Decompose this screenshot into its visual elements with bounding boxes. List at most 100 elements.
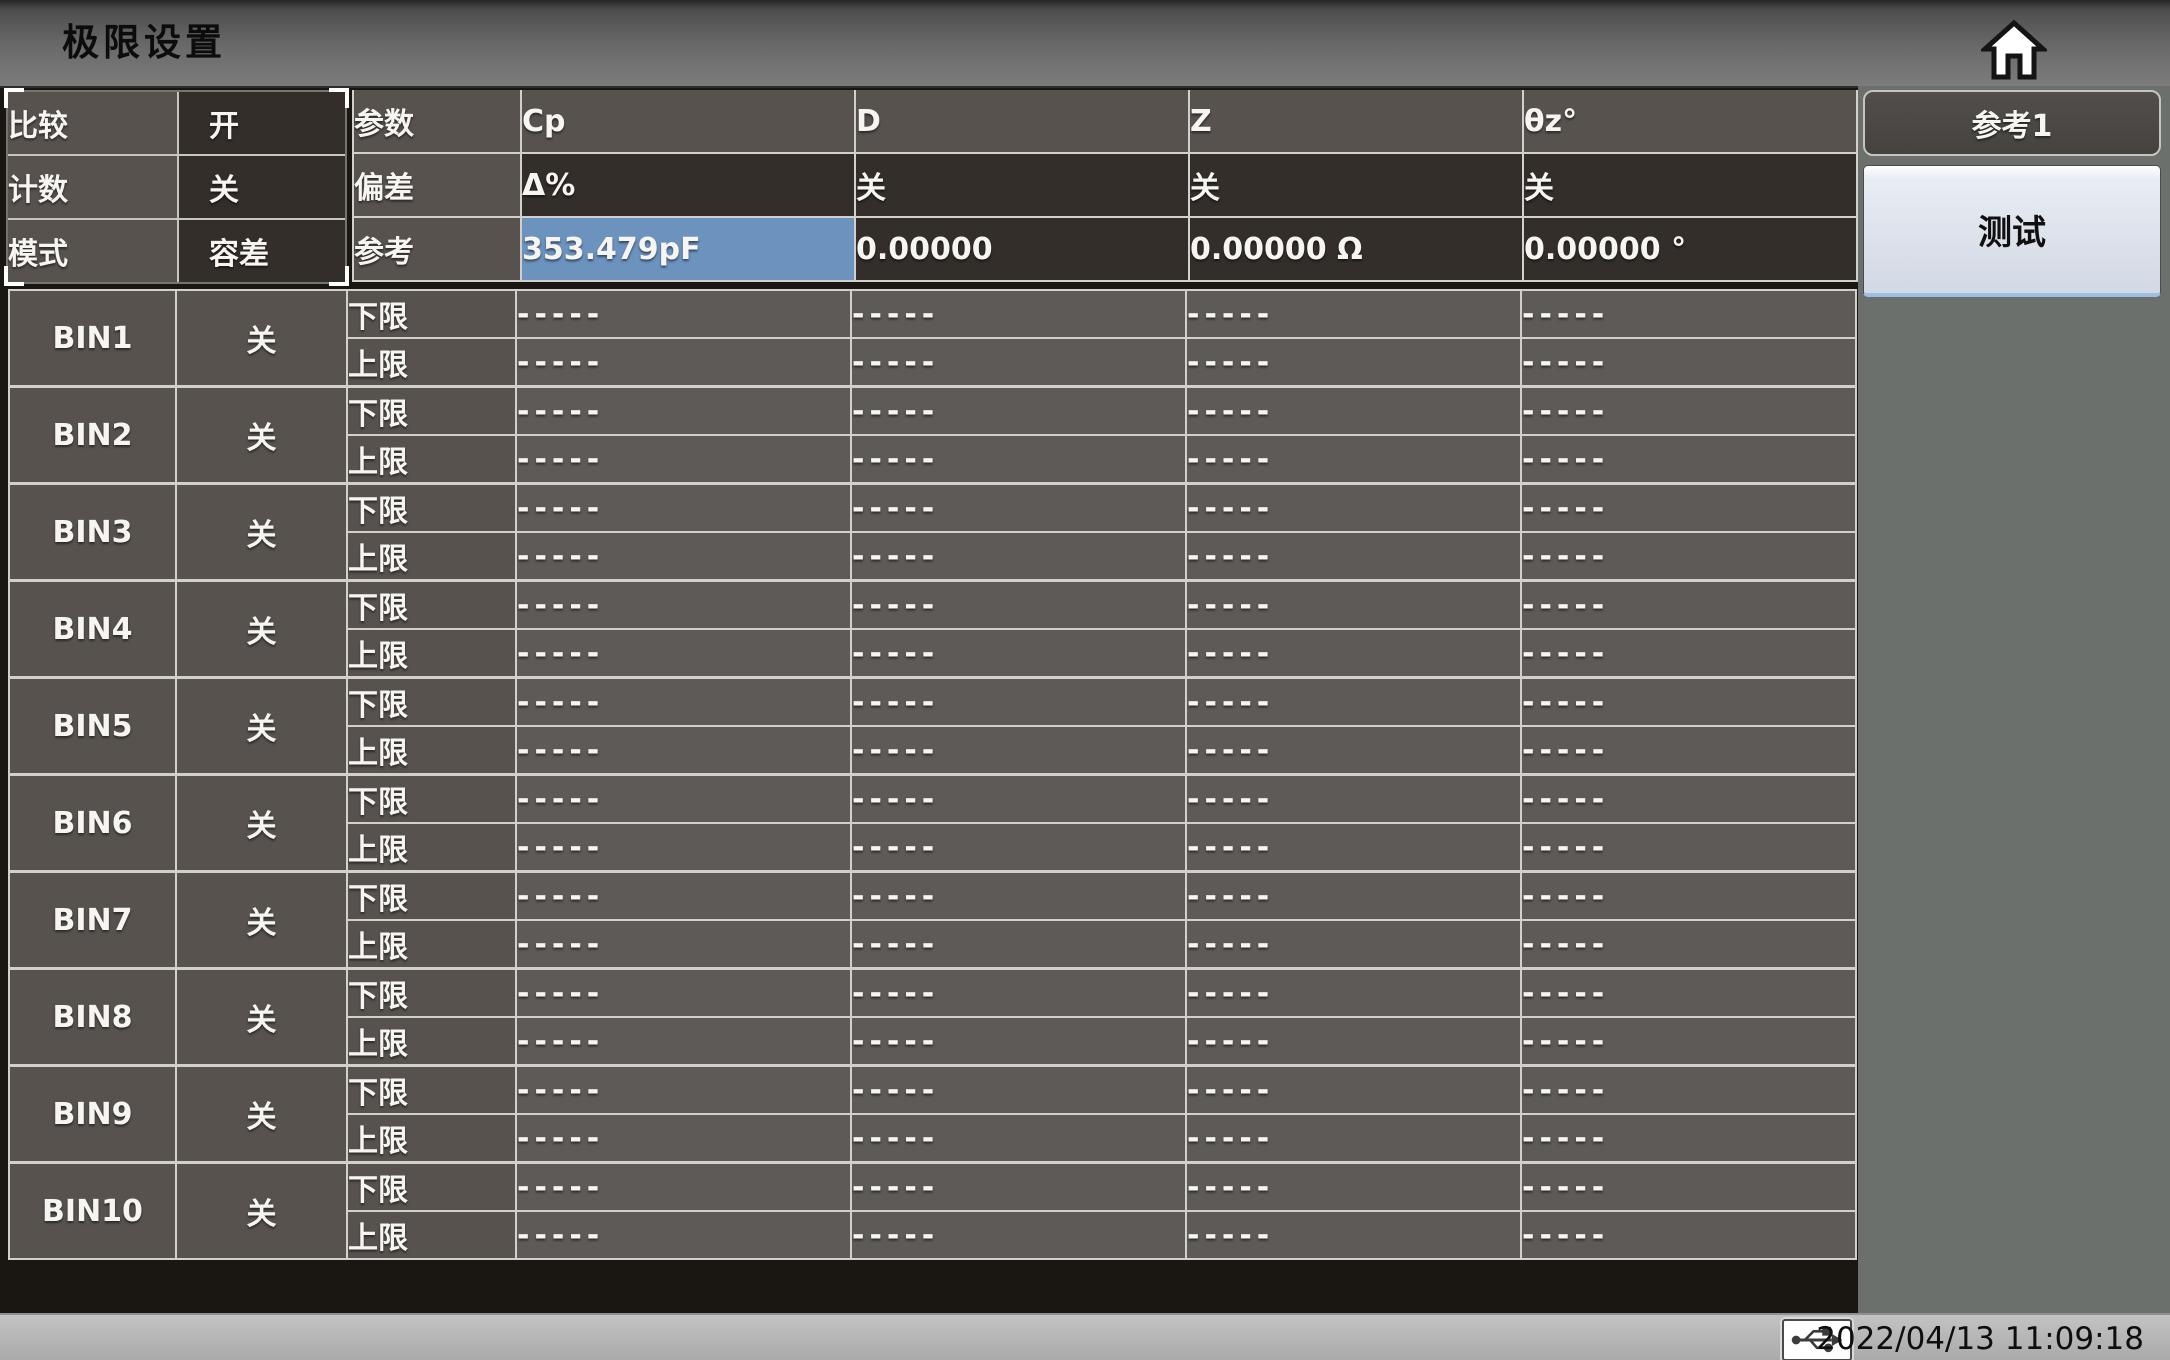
lower-limit-value[interactable]: ----- [1520,482,1857,533]
lower-limit-value[interactable]: ----- [515,870,852,921]
lower-limit-value[interactable]: ----- [1185,773,1522,824]
upper-limit-value[interactable]: ----- [850,531,1187,582]
upper-limit-value[interactable]: ----- [850,434,1187,485]
lower-limit-value[interactable]: ----- [850,385,1187,436]
reference-cell-d[interactable]: 0.00000 [854,216,1190,282]
lower-limit-value[interactable]: ----- [850,1161,1187,1212]
upper-limit-value[interactable]: ----- [850,1113,1187,1164]
upper-limit-value[interactable]: ----- [1185,1210,1522,1260]
upper-limit-value[interactable]: ----- [515,531,852,582]
upper-limit-value[interactable]: ----- [1520,1210,1857,1260]
lower-limit-value[interactable]: ----- [850,579,1187,630]
upper-limit-value[interactable]: ----- [515,628,852,679]
lower-limit-value[interactable]: ----- [850,773,1187,824]
upper-limit-value[interactable]: ----- [850,1210,1187,1260]
upper-limit-value[interactable]: ----- [1520,337,1857,388]
mode-value[interactable]: 容差 [177,218,345,282]
lower-limit-value[interactable]: ----- [1185,967,1522,1018]
lower-limit-value[interactable]: ----- [850,482,1187,533]
reference-cell-cp[interactable]: 353.479pF [520,216,856,282]
lower-limit-value[interactable]: ----- [850,967,1187,1018]
lower-limit-value[interactable]: ----- [1520,1161,1857,1212]
upper-limit-value[interactable]: ----- [1185,628,1522,679]
lower-limit-value[interactable]: ----- [1185,579,1522,630]
count-value[interactable]: 关 [177,154,345,220]
deviation-cell-theta[interactable]: 关 [1522,152,1858,218]
bin-state[interactable]: 关 [175,482,348,582]
upper-limit-value[interactable]: ----- [1520,434,1857,485]
bin-state[interactable]: 关 [175,289,348,388]
lower-limit-value[interactable]: ----- [1185,482,1522,533]
upper-limit-value[interactable]: ----- [1520,628,1857,679]
bin-state[interactable]: 关 [175,579,348,679]
lower-limit-value[interactable]: ----- [1520,385,1857,436]
lower-limit-value[interactable]: ----- [1185,385,1522,436]
upper-limit-value[interactable]: ----- [850,919,1187,970]
reference-cell-theta[interactable]: 0.00000 ° [1522,216,1858,282]
upper-limit-value[interactable]: ----- [1520,822,1857,873]
lower-limit-value[interactable]: ----- [515,289,852,339]
lower-limit-value[interactable]: ----- [1520,289,1857,339]
lower-limit-value[interactable]: ----- [515,482,852,533]
lower-limit-value[interactable]: ----- [1520,1064,1857,1115]
lower-limit-value[interactable]: ----- [515,1064,852,1115]
upper-limit-value[interactable]: ----- [1520,531,1857,582]
bin-state[interactable]: 关 [175,385,348,485]
upper-limit-value[interactable]: ----- [515,822,852,873]
lower-limit-value[interactable]: ----- [1185,1161,1522,1212]
lower-limit-value[interactable]: ----- [1520,773,1857,824]
upper-limit-value[interactable]: ----- [1520,1016,1857,1067]
upper-limit-value[interactable]: ----- [1185,337,1522,388]
upper-limit-value[interactable]: ----- [1185,1016,1522,1067]
upper-limit-value[interactable]: ----- [1185,822,1522,873]
upper-limit-value[interactable]: ----- [850,1016,1187,1067]
upper-limit-value[interactable]: ----- [1185,434,1522,485]
upper-limit-value[interactable]: ----- [515,337,852,388]
lower-limit-value[interactable]: ----- [515,773,852,824]
upper-limit-value[interactable]: ----- [850,822,1187,873]
param-cell-theta[interactable]: θz° [1522,90,1858,154]
test-button[interactable]: 测试 [1863,165,2161,297]
upper-limit-value[interactable]: ----- [515,1016,852,1067]
upper-limit-value[interactable]: ----- [850,628,1187,679]
upper-limit-value[interactable]: ----- [850,725,1187,776]
compare-value[interactable]: 开 [177,92,345,156]
bin-state[interactable]: 关 [175,1064,348,1164]
deviation-cell-d[interactable]: 关 [854,152,1190,218]
upper-limit-value[interactable]: ----- [1520,725,1857,776]
lower-limit-value[interactable]: ----- [515,579,852,630]
bin-state[interactable]: 关 [175,773,348,873]
bin-state[interactable]: 关 [175,870,348,970]
lower-limit-value[interactable]: ----- [1520,870,1857,921]
upper-limit-value[interactable]: ----- [1185,725,1522,776]
upper-limit-value[interactable]: ----- [850,337,1187,388]
upper-limit-value[interactable]: ----- [515,434,852,485]
bin-state[interactable]: 关 [175,676,348,776]
lower-limit-value[interactable]: ----- [1185,870,1522,921]
bin-state[interactable]: 关 [175,967,348,1067]
upper-limit-value[interactable]: ----- [515,1113,852,1164]
lower-limit-value[interactable]: ----- [850,870,1187,921]
upper-limit-value[interactable]: ----- [1185,919,1522,970]
param-cell-cp[interactable]: Cp [520,90,856,154]
upper-limit-value[interactable]: ----- [1520,919,1857,970]
lower-limit-value[interactable]: ----- [850,1064,1187,1115]
lower-limit-value[interactable]: ----- [515,967,852,1018]
reference-page-button[interactable]: 参考1 [1863,90,2161,156]
deviation-cell-z[interactable]: 关 [1188,152,1524,218]
lower-limit-value[interactable]: ----- [1185,676,1522,727]
home-button[interactable] [1975,16,2053,84]
upper-limit-value[interactable]: ----- [1185,1113,1522,1164]
deviation-cell-cp[interactable]: Δ% [520,152,856,218]
param-cell-d[interactable]: D [854,90,1190,154]
upper-limit-value[interactable]: ----- [515,725,852,776]
upper-limit-value[interactable]: ----- [1520,1113,1857,1164]
lower-limit-value[interactable]: ----- [515,1161,852,1212]
upper-limit-value[interactable]: ----- [515,919,852,970]
upper-limit-value[interactable]: ----- [1185,531,1522,582]
lower-limit-value[interactable]: ----- [515,385,852,436]
bin-state[interactable]: 关 [175,1161,348,1260]
lower-limit-value[interactable]: ----- [1520,967,1857,1018]
lower-limit-value[interactable]: ----- [1520,579,1857,630]
reference-cell-z[interactable]: 0.00000 Ω [1188,216,1524,282]
